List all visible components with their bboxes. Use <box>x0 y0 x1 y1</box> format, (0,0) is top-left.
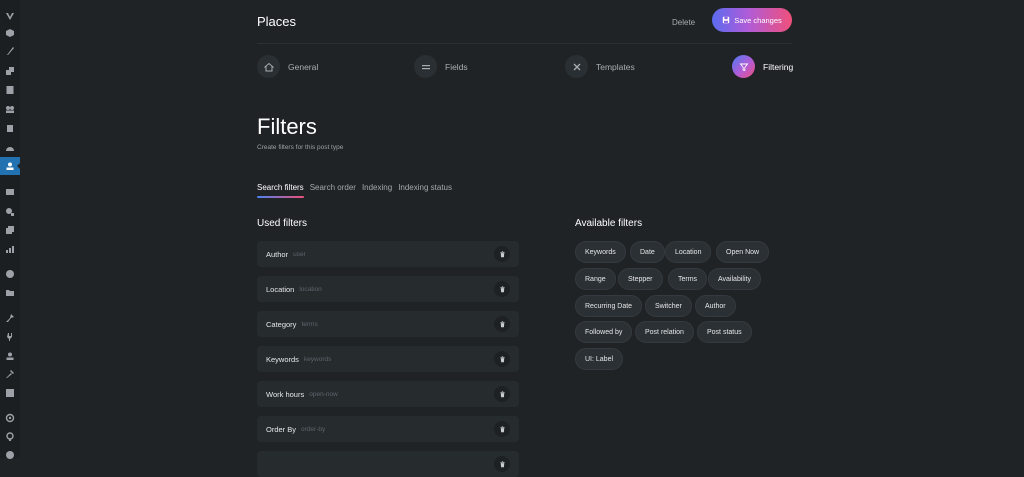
filter-chip[interactable]: Recurring Date <box>575 295 643 317</box>
step-fields[interactable]: Fields <box>414 55 468 78</box>
main-content: Places Delete Save changes General Field… <box>257 0 793 477</box>
filter-chip[interactable]: Followed by <box>575 321 633 343</box>
pages-icon[interactable] <box>4 84 16 96</box>
copy-icon[interactable] <box>4 224 16 236</box>
filter-chip[interactable]: Location <box>665 241 712 263</box>
user-icon[interactable] <box>4 350 16 362</box>
trash-icon[interactable] <box>494 386 510 402</box>
used-filter-row[interactable]: Work hours open-now <box>257 381 519 407</box>
filter-chip[interactable]: Post relation <box>635 321 694 343</box>
collapse-menu-icon[interactable] <box>4 449 16 461</box>
filter-chip[interactable]: Post status <box>697 321 752 343</box>
plugins-icon[interactable] <box>4 122 16 134</box>
step-general-label: General <box>288 61 319 72</box>
filter-chip[interactable]: UI: Label <box>575 348 624 370</box>
filter-key: user <box>293 250 306 258</box>
fields-icon <box>414 55 437 78</box>
tab-search-filters[interactable]: Search filters <box>257 183 304 198</box>
trash-icon[interactable] <box>494 351 510 367</box>
filter-name: Author <box>266 249 289 259</box>
tickets-icon[interactable] <box>4 186 16 198</box>
filter-name: Location <box>266 284 295 294</box>
at-sign-icon[interactable] <box>4 412 16 424</box>
filter-key: keywords <box>303 355 332 363</box>
active-indicator-arrow <box>17 162 21 170</box>
filter-chip[interactable]: Switcher <box>645 295 692 317</box>
filter-subtabs: Search filters Search order Indexing Ind… <box>257 183 452 198</box>
active-tab-underline <box>257 196 304 198</box>
brush-icon[interactable] <box>4 45 16 57</box>
used-filter-row[interactable]: Author user <box>257 241 519 267</box>
tab-indexing[interactable]: Indexing <box>362 183 392 192</box>
trash-icon[interactable] <box>494 316 510 332</box>
filter-key: terms <box>301 320 318 328</box>
section-subtitle: Create filters for this post type <box>257 144 344 151</box>
used-filter-row[interactable]: Location location <box>257 276 519 302</box>
filter-chip[interactable]: Range <box>575 268 616 290</box>
step-filtering[interactable]: Filtering <box>732 55 793 78</box>
filter-name: Keywords <box>266 354 299 364</box>
used-filter-row[interactable]: Keywords keywords <box>257 346 519 372</box>
filter-name: Category <box>266 319 297 329</box>
save-changes-label: Save changes <box>734 15 782 25</box>
pin-icon[interactable] <box>4 312 16 324</box>
home-icon <box>257 55 280 78</box>
filter-chip[interactable]: Keywords <box>575 241 626 263</box>
trash-icon[interactable] <box>494 281 510 297</box>
media-icon[interactable] <box>4 65 16 77</box>
support-icon[interactable] <box>4 431 16 443</box>
tab-search-filters-label: Search filters <box>257 183 304 192</box>
gauge-icon[interactable] <box>4 142 16 154</box>
filter-chip[interactable]: Stepper <box>618 268 663 290</box>
folder-icon[interactable] <box>4 287 16 299</box>
plug-icon[interactable] <box>4 331 16 343</box>
user-profile-icon[interactable] <box>4 160 16 172</box>
tab-indexing-status[interactable]: Indexing status <box>398 183 452 192</box>
filter-key: location <box>299 285 322 293</box>
dashboard-icon[interactable] <box>4 27 16 39</box>
step-filtering-label: Filtering <box>763 61 794 72</box>
step-navigation: General Fields Templates Filtering <box>257 55 793 79</box>
analytics-icon[interactable] <box>4 243 16 255</box>
section-title: Filters <box>257 114 317 139</box>
wordpress-logo-icon[interactable] <box>4 10 16 22</box>
trash-icon[interactable] <box>494 456 510 472</box>
filter-chip[interactable]: Availability <box>708 268 761 290</box>
used-filter-row[interactable]: Order By order-by <box>257 416 519 442</box>
filter-key: open-now <box>309 390 338 398</box>
step-templates[interactable]: Templates <box>565 55 635 78</box>
settings-grid-icon[interactable] <box>4 387 16 399</box>
filter-chip[interactable]: Date <box>630 241 665 263</box>
step-fields-label: Fields <box>445 61 468 72</box>
wrench-icon[interactable] <box>4 368 16 380</box>
filter-name: Order By <box>266 424 297 434</box>
users-group-icon[interactable] <box>4 103 16 115</box>
delete-link[interactable]: Delete <box>672 18 695 27</box>
used-filter-row[interactable]: Category terms <box>257 311 519 337</box>
used-filters-title: Used filters <box>257 218 308 229</box>
templates-icon <box>565 55 588 78</box>
trash-icon[interactable] <box>494 246 510 262</box>
filter-chip[interactable]: Open Now <box>716 241 770 263</box>
trash-icon[interactable] <box>494 421 510 437</box>
circle-menu-icon[interactable] <box>4 268 16 280</box>
filter-name: Work hours <box>266 389 305 399</box>
filter-icon <box>732 55 755 78</box>
step-general[interactable]: General <box>257 55 318 78</box>
available-filters-title: Available filters <box>575 218 643 229</box>
save-icon <box>723 16 730 24</box>
filter-key: order-by <box>301 425 326 433</box>
step-templates-label: Templates <box>596 61 635 72</box>
admin-sidebar <box>0 0 21 461</box>
save-changes-button[interactable]: Save changes <box>712 8 792 32</box>
filter-chip[interactable]: Author <box>695 295 736 317</box>
header-divider <box>257 43 792 44</box>
used-filter-row-partial[interactable] <box>257 451 519 477</box>
search-users-icon[interactable] <box>4 206 16 218</box>
page-title: Places <box>257 14 297 29</box>
filter-chip[interactable]: Terms <box>668 268 708 290</box>
tab-search-order[interactable]: Search order <box>310 183 356 192</box>
